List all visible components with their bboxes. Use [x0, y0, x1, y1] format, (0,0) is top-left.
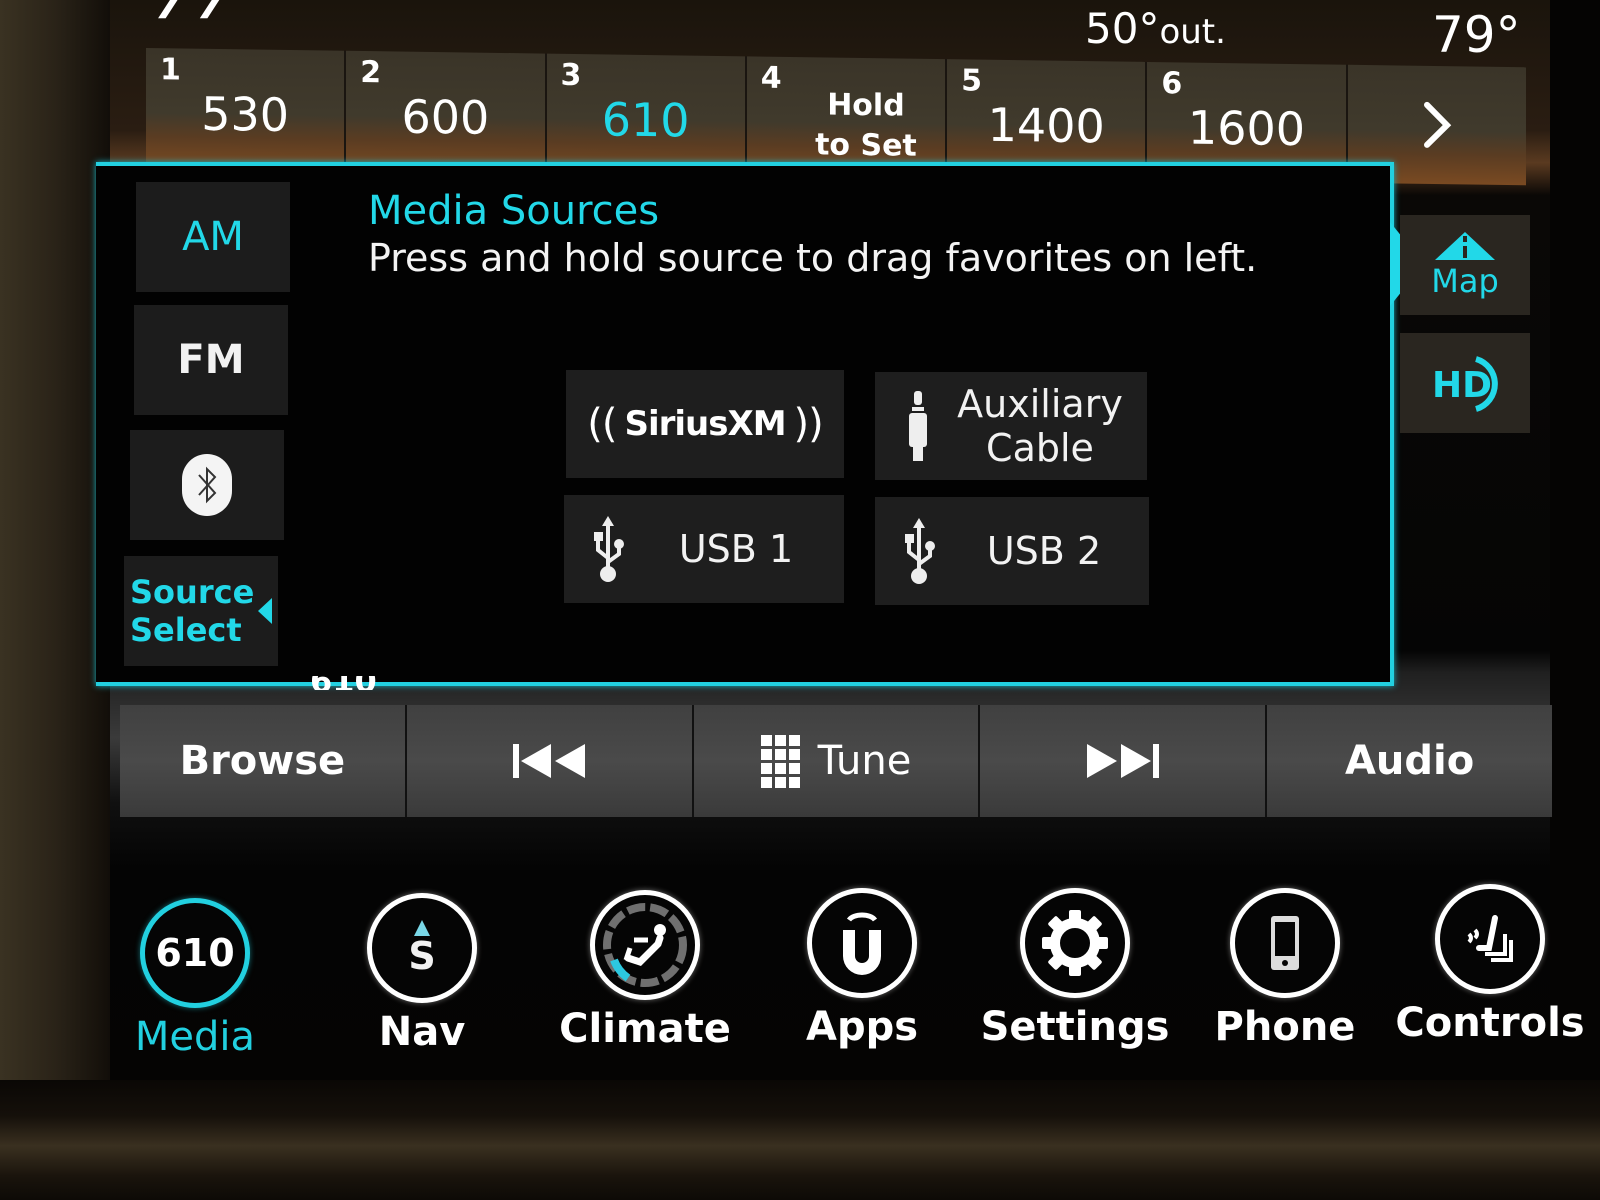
source-select-button[interactable]: Source Select — [124, 556, 278, 666]
preset-frequency: 600 — [401, 89, 490, 145]
skip-next-icon — [1086, 744, 1159, 778]
browse-button[interactable]: Browse — [120, 705, 407, 817]
hd-radio-icon: HD — [1432, 356, 1498, 412]
seek-back-button[interactable] — [406, 705, 694, 817]
media-sources-instructions: Press and hold source to drag favorites … — [368, 236, 1258, 280]
dock-apps[interactable]: Apps — [777, 888, 947, 1050]
media-sources-title: Media Sources — [368, 188, 660, 234]
collapse-arrow-icon — [258, 598, 272, 624]
media-icon: 610 — [140, 898, 250, 1008]
current-station-partial: 610 — [310, 676, 377, 690]
outside-temperature: 50°out. — [1085, 4, 1226, 53]
usb1-label: USB 1 — [678, 527, 794, 571]
dock-settings[interactable]: Settings — [981, 888, 1169, 1050]
hd-radio-button[interactable]: HD — [1400, 333, 1530, 433]
siriusxm-logo: SiriusXM — [624, 404, 786, 444]
source-bluetooth-button[interactable] — [130, 430, 284, 540]
signal-waves-left-icon: (( — [587, 401, 617, 447]
clock-partial: 7 7 — [155, 0, 225, 28]
usb2-label: USB 2 — [986, 529, 1102, 573]
preset-number: 4 — [760, 60, 782, 96]
seek-forward-button[interactable] — [980, 705, 1268, 817]
source-aux-button[interactable]: Auxiliary Cable — [875, 372, 1147, 480]
source-fm-button[interactable]: FM — [134, 305, 288, 415]
chevron-right-icon — [1423, 101, 1452, 148]
source-usb2-button[interactable]: USB 2 — [875, 497, 1149, 605]
preset-3[interactable]: 3 610 — [546, 53, 747, 175]
map-button[interactable]: Map — [1400, 215, 1530, 315]
preset-frequency: 1600 — [1187, 100, 1305, 157]
bezel-left — [0, 0, 110, 1200]
map-label: Map — [1431, 262, 1499, 300]
compass-heading: S — [408, 934, 436, 978]
tune-button[interactable]: Tune — [693, 705, 981, 817]
keypad-icon — [760, 734, 800, 788]
preset-number: 2 — [360, 54, 382, 91]
outside-temp-value: 50° — [1085, 4, 1160, 53]
uconnect-apps-icon — [807, 888, 917, 998]
outside-temp-suffix: out. — [1159, 12, 1226, 52]
preset-frequency-active: 610 — [601, 92, 690, 148]
playback-controls: Browse Tune Audio — [120, 705, 1552, 817]
dock-label: Nav — [378, 1009, 466, 1055]
preset-1[interactable]: 1 530 — [146, 48, 347, 169]
preset-hold-to-set: Hold to Set — [815, 87, 917, 164]
preset-number: 3 — [560, 57, 582, 94]
bezel-bottom — [0, 1080, 1600, 1200]
aux-jack-icon — [909, 391, 927, 461]
skip-previous-icon — [513, 744, 586, 778]
dock-label: Phone — [1214, 1004, 1356, 1050]
preset-frequency: 530 — [201, 86, 290, 142]
dock-controls[interactable]: Controls — [1395, 884, 1585, 1046]
bluetooth-icon — [182, 454, 232, 516]
media-station-number: 610 — [155, 931, 235, 975]
dock-label: Apps — [805, 1004, 919, 1050]
source-am-button[interactable]: AM — [136, 182, 290, 292]
svg-text:HD: HD — [1432, 365, 1492, 406]
source-select-label: Source Select — [130, 573, 255, 649]
dock-nav[interactable]: S Nav — [337, 893, 507, 1055]
am-label: AM — [182, 214, 244, 260]
preset-frequency: 1400 — [987, 97, 1105, 154]
phone-icon — [1230, 888, 1340, 998]
gear-icon — [1020, 888, 1130, 998]
climate-icon — [590, 890, 700, 1000]
dock-label: Controls — [1395, 1000, 1585, 1046]
audio-button[interactable]: Audio — [1267, 705, 1552, 817]
preset-2[interactable]: 2 600 — [346, 50, 547, 172]
signal-waves-right-icon: )) — [793, 401, 824, 447]
fm-label: FM — [177, 337, 245, 383]
dock-media[interactable]: 610 Media — [110, 898, 280, 1060]
inside-temperature[interactable]: 79° — [1432, 6, 1521, 64]
source-usb1-button[interactable]: USB 1 — [564, 495, 844, 603]
tune-label: Tune — [817, 738, 912, 784]
dock-climate[interactable]: Climate — [559, 890, 731, 1052]
dock-label: Climate — [559, 1006, 731, 1052]
dock-label: Settings — [980, 1004, 1170, 1050]
browse-label: Browse — [179, 738, 346, 784]
preset-number: 5 — [961, 63, 982, 99]
aux-label: Auxiliary Cable — [957, 382, 1123, 470]
dock-label: Media — [134, 1014, 256, 1060]
road-icon — [1435, 232, 1495, 260]
preset-number: 1 — [160, 52, 181, 88]
source-siriusxm-button[interactable]: (( SiriusXM )) — [566, 370, 844, 478]
seat-controls-icon — [1435, 884, 1545, 994]
audio-label: Audio — [1344, 738, 1475, 784]
dock-phone[interactable]: Phone — [1200, 888, 1370, 1050]
compass-icon: S — [367, 893, 477, 1003]
preset-number: 6 — [1161, 66, 1183, 102]
usb-icon — [905, 518, 935, 584]
preset-4[interactable]: 4 Hold to Set — [746, 56, 948, 178]
usb-icon — [594, 516, 624, 582]
